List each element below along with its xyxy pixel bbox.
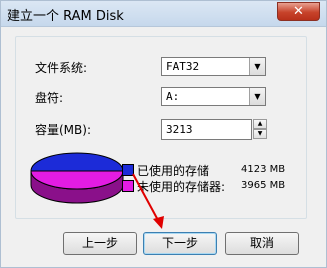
next-button[interactable]: 下一步 <box>143 232 217 255</box>
title-bar[interactable]: 建立一个 RAM Disk ✕ <box>1 1 326 27</box>
close-button[interactable]: ✕ <box>277 2 320 21</box>
drive-value: A: <box>166 90 180 103</box>
drive-select[interactable]: A: ▼ <box>161 87 266 106</box>
chevron-down-icon[interactable]: ▼ <box>249 88 265 105</box>
dialog-body: 文件系统: FAT32 ▼ 盘符: A: ▼ 容量(MB): 3213 ▲ ▼ … <box>1 28 326 267</box>
back-button[interactable]: 上一步 <box>63 232 137 255</box>
close-icon: ✕ <box>293 4 304 19</box>
caret-down-icon[interactable]: ▼ <box>253 129 267 139</box>
capacity-value: 3213 <box>166 123 193 136</box>
dialog-window: 建立一个 RAM Disk ✕ 文件系统: FAT32 ▼ 盘符: A: ▼ 容… <box>0 0 327 268</box>
window-title: 建立一个 RAM Disk <box>7 9 124 24</box>
cancel-button[interactable]: 取消 <box>225 232 299 255</box>
capacity-label: 容量(MB): <box>35 123 91 137</box>
legend-unused-value: 3965 MB <box>241 180 286 191</box>
filesystem-select[interactable]: FAT32 ▼ <box>161 57 266 76</box>
usage-pie-chart <box>30 152 124 204</box>
filesystem-label: 文件系统: <box>35 61 88 75</box>
capacity-stepper[interactable]: ▲ ▼ <box>253 119 267 140</box>
chevron-down-icon[interactable]: ▼ <box>249 58 265 75</box>
filesystem-value: FAT32 <box>166 60 200 73</box>
caret-up-icon[interactable]: ▲ <box>253 119 267 129</box>
capacity-input[interactable]: 3213 <box>161 119 252 140</box>
drive-label: 盘符: <box>35 91 64 105</box>
legend-used-value: 4123 MB <box>241 164 286 175</box>
annotation-arrow <box>132 173 164 229</box>
